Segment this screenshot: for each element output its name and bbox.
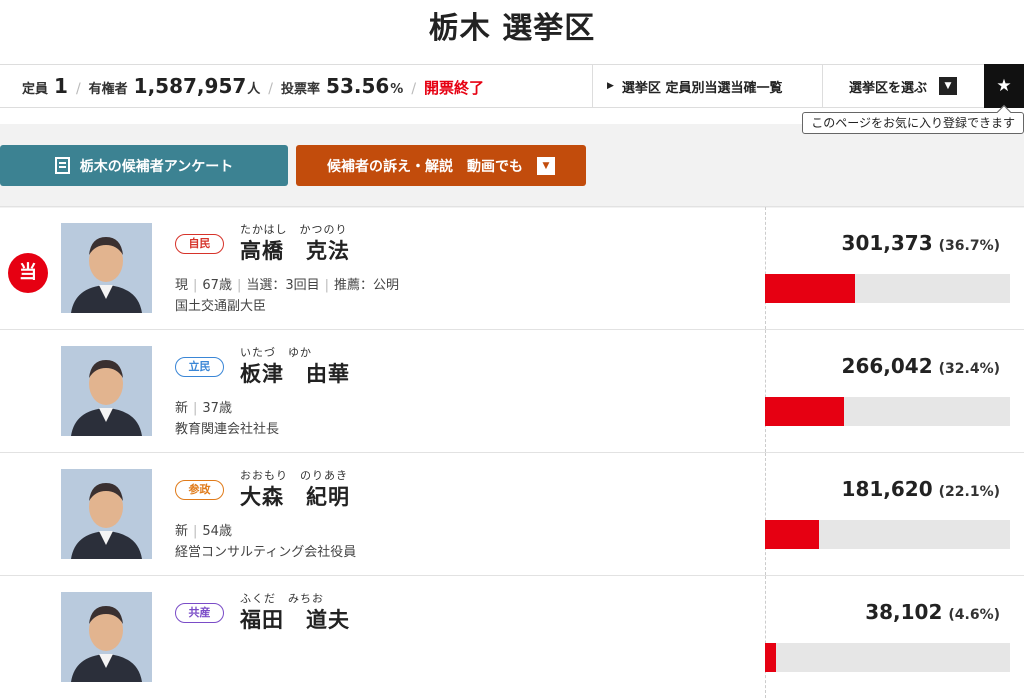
candidate-meta: 現 | 67歳 | 当選：3回目 | 推薦：公明 xyxy=(175,274,399,293)
meta-item: 54歳 xyxy=(202,524,232,539)
vote-share-bar xyxy=(765,520,1010,549)
document-icon xyxy=(54,157,70,174)
candidate-photo xyxy=(61,346,152,436)
meta-separator: | xyxy=(324,278,330,293)
row-divider xyxy=(765,576,766,698)
seats-label: 定員 xyxy=(22,82,49,97)
star-icon: ★ xyxy=(996,76,1012,96)
candidate-job: 教育関連会社社長 xyxy=(175,422,280,437)
vote-count: 181,620 (22.1%) xyxy=(842,477,1000,501)
count-status: 開票終了 xyxy=(424,79,485,97)
row-divider xyxy=(765,207,766,329)
vote-share-bar xyxy=(765,274,1010,303)
candidate-photo xyxy=(61,469,152,559)
turnout-label: 投票率 xyxy=(281,82,321,97)
candidate-list: 当 自民 たかはし かつのり 高橋 克法 現 | 67歳 | 当選：3回目 | 推薦：公明 … xyxy=(0,206,1024,698)
candidate-survey-button[interactable]: 栃木の候補者アンケート xyxy=(0,145,288,186)
candidate-meta: 新 | 54歳 xyxy=(175,520,232,539)
separator: / xyxy=(411,81,417,97)
candidate-video-button[interactable]: 候補者の訴え・解説 動画でも ▼ xyxy=(296,145,586,186)
candidate-photo xyxy=(61,592,152,682)
vote-count: 38,102 (4.6%) xyxy=(865,600,1000,624)
triangle-right-icon: ▶ xyxy=(607,81,614,91)
meta-item: 当選：3回目 xyxy=(246,278,320,293)
election-stats: 定員 1 / 有権者 1,587,957 人 / 投票率 53.56 % / 開… xyxy=(0,74,592,98)
candidate-name: 高橋 克法 xyxy=(240,239,350,263)
vote-number: 181,620 xyxy=(841,477,933,501)
seats-value: 1 xyxy=(54,74,68,98)
video-label: 候補者の訴え・解説 動画でも xyxy=(327,158,523,175)
meta-item: 67歳 xyxy=(202,278,232,293)
candidate-row: 立民 いたづ ゆか 板津 由華 新 | 37歳 教育関連会社社長 266,042 (3… xyxy=(0,329,1024,452)
voters-unit: 人 xyxy=(247,82,261,97)
vote-percent: (4.6%) xyxy=(948,607,1000,623)
triangle-down-icon: ▼ xyxy=(537,156,555,175)
separator: / xyxy=(75,81,81,97)
meta-item: 37歳 xyxy=(202,401,232,416)
vote-number: 301,373 xyxy=(841,231,933,255)
candidate-job: 国土交通副大臣 xyxy=(175,299,267,314)
meta-item: 新 xyxy=(175,524,189,539)
select-district-label: 選挙区を選ぶ xyxy=(849,80,928,96)
row-divider xyxy=(765,453,766,575)
vote-count: 301,373 (36.7%) xyxy=(842,231,1000,255)
vote-number: 38,102 xyxy=(865,600,943,624)
separator: / xyxy=(268,81,274,97)
triangle-down-icon: ▼ xyxy=(939,77,958,95)
candidate-name: 大森 紀明 xyxy=(240,485,350,509)
vote-share-bar xyxy=(765,397,1010,426)
elected-badge: 当 xyxy=(8,253,48,293)
vote-number: 266,042 xyxy=(841,354,933,378)
page-title: 栃木 選挙区 xyxy=(428,11,596,46)
row-divider xyxy=(765,330,766,452)
candidate-name: 福田 道夫 xyxy=(240,608,350,632)
favorite-tooltip: このページをお気に入り登録できます xyxy=(802,112,1024,134)
candidate-job: 経営コンサルティング会社役員 xyxy=(175,545,357,560)
meta-separator: | xyxy=(193,278,198,293)
meta-item: 新 xyxy=(175,401,189,416)
party-badge: 共産 xyxy=(175,603,224,623)
winners-list-label: 選挙区 定員別当選当確一覧 xyxy=(621,80,783,96)
vote-share-fill xyxy=(765,520,820,549)
survey-label: 栃木の候補者アンケート xyxy=(79,158,234,175)
vote-count: 266,042 (32.4%) xyxy=(842,354,1000,378)
vote-share-fill xyxy=(765,397,845,426)
meta-separator: | xyxy=(193,524,198,539)
turnout-value: 53.56 xyxy=(326,74,390,98)
select-district-button[interactable]: 選挙区を選ぶ ▼ xyxy=(822,64,984,108)
meta-item: 推薦：公明 xyxy=(334,278,400,293)
meta-separator: | xyxy=(236,278,242,293)
election-info-bar: 定員 1 / 有権者 1,587,957 人 / 投票率 53.56 % / 開… xyxy=(0,64,1024,108)
turnout-unit: % xyxy=(390,82,404,97)
voters-value: 1,587,957 xyxy=(133,74,247,98)
candidate-row: 共産 ふくだ みちお 福田 道夫 38,102 (4.6%) xyxy=(0,575,1024,698)
voters-label: 有権者 xyxy=(88,82,128,97)
favorite-button[interactable]: ★ xyxy=(984,64,1024,108)
candidate-row: 当 自民 たかはし かつのり 高橋 克法 現 | 67歳 | 当選：3回目 | 推薦：公明 … xyxy=(0,206,1024,329)
candidate-row: 参政 おおもり のりあき 大森 紀明 新 | 54歳 経営コンサルティング会社役員 … xyxy=(0,452,1024,575)
vote-percent: (22.1%) xyxy=(938,484,1000,500)
meta-separator: | xyxy=(193,401,198,416)
vote-share-fill xyxy=(765,643,777,672)
candidate-photo xyxy=(61,223,152,313)
candidate-meta: 新 | 37歳 xyxy=(175,397,232,416)
vote-share-bar xyxy=(765,643,1010,672)
candidate-name: 板津 由華 xyxy=(240,362,350,386)
meta-item: 現 xyxy=(175,278,189,293)
party-badge: 立民 xyxy=(175,357,224,377)
party-badge: 参政 xyxy=(175,480,224,500)
vote-percent: (32.4%) xyxy=(938,361,1000,377)
winners-list-link[interactable]: ▶ 選挙区 定員別当選当確一覧 xyxy=(592,64,822,108)
vote-share-fill xyxy=(765,274,855,303)
party-badge: 自民 xyxy=(175,234,224,254)
vote-percent: (36.7%) xyxy=(938,238,1000,254)
